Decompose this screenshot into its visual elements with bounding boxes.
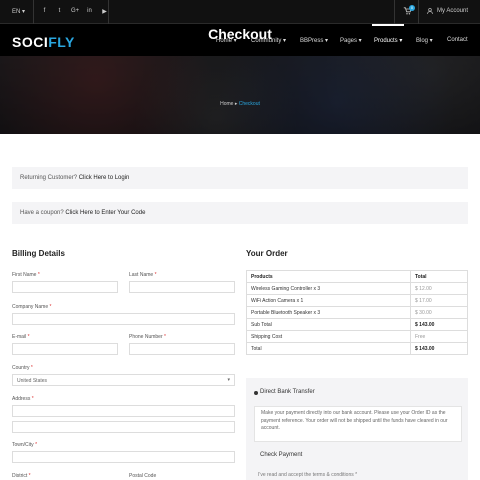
login-link[interactable]: Click Here to Login xyxy=(79,175,130,181)
bank-transfer-radio[interactable] xyxy=(254,391,258,395)
table-row: Portable Bluetooth Speaker x 3 $ 30.00 xyxy=(246,306,468,319)
address-line-2-field[interactable] xyxy=(12,421,235,433)
returning-customer-text: Returning Customer? xyxy=(20,175,78,181)
billing-details-title: Billing Details xyxy=(12,249,65,258)
label-text: District xyxy=(12,473,28,479)
product-total: $ 30.00 xyxy=(410,306,468,319)
your-order-title: Your Order xyxy=(246,249,288,258)
divider xyxy=(33,0,34,24)
product-name: Wireless Gaming Controller x 3 xyxy=(246,282,411,295)
required-mark: * xyxy=(37,272,40,278)
subtotal-label: Sub Total xyxy=(246,318,411,331)
label-text: Last Name xyxy=(129,272,154,278)
total-label: Total xyxy=(246,342,411,355)
coupon-notice: Have a coupon? Click Here to Enter Your … xyxy=(12,202,468,224)
breadcrumb: Home ▸ Checkout xyxy=(0,101,480,107)
chevron-down-icon: ▾ xyxy=(227,377,230,383)
first-name-field[interactable] xyxy=(12,281,118,293)
returning-customer-notice: Returning Customer? Click Here to Login xyxy=(12,167,468,189)
subtotal-row: Sub Total $ 143.00 xyxy=(246,318,468,331)
page-hero-banner xyxy=(0,56,480,134)
language-selector[interactable]: EN ▾ xyxy=(12,8,25,15)
product-total: $ 12.00 xyxy=(410,282,468,295)
last-name-label: Last Name * xyxy=(129,272,157,278)
divider xyxy=(394,0,395,24)
breadcrumb-separator-icon: ▸ xyxy=(234,101,238,107)
table-row: WiFi Action Camera x 1 $ 17.00 xyxy=(246,294,468,307)
required-mark: * xyxy=(28,473,31,479)
label-text: Country xyxy=(12,365,30,371)
company-name-field[interactable] xyxy=(12,313,235,325)
google-plus-icon[interactable]: G+ xyxy=(71,8,79,15)
divider xyxy=(418,0,419,24)
label-text: First Name xyxy=(12,272,37,278)
country-value: United States xyxy=(17,378,48,384)
country-select[interactable]: United States ▾ xyxy=(12,374,235,386)
address-line-1-field[interactable] xyxy=(12,405,235,417)
phone-label: Phone Number * xyxy=(129,334,166,340)
breadcrumb-home[interactable]: Home xyxy=(220,101,233,107)
enter-coupon-link[interactable]: Click Here to Enter Your Code xyxy=(65,210,145,216)
required-mark: * xyxy=(154,272,157,278)
email-label: E-mail * xyxy=(12,334,30,340)
bank-transfer-label[interactable]: Direct Bank Transfer xyxy=(260,389,315,395)
town-city-field[interactable] xyxy=(12,451,235,463)
shipping-row: Shipping Cost Free xyxy=(246,330,468,343)
product-name: Portable Bluetooth Speaker x 3 xyxy=(246,306,411,319)
column-header-products: Products xyxy=(246,270,411,283)
shipping-value: Free xyxy=(410,330,468,343)
postal-code-label: Postal Code xyxy=(129,473,157,479)
label-text: Phone Number xyxy=(129,334,163,340)
facebook-icon[interactable]: f xyxy=(41,8,48,15)
product-name: WiFi Action Camera x 1 xyxy=(246,294,411,307)
required-mark: * xyxy=(27,334,30,340)
label-text: Company Name xyxy=(12,304,49,310)
youtube-icon[interactable]: ▶ xyxy=(101,8,108,15)
linkedin-icon[interactable]: in xyxy=(86,8,93,15)
address-label: Address * xyxy=(12,396,34,402)
bank-transfer-description: Make your payment directly into our bank… xyxy=(254,406,462,442)
country-label: Country * xyxy=(12,365,33,371)
required-mark: * xyxy=(164,334,166,340)
required-mark: * xyxy=(30,365,33,371)
town-city-label: Town/City * xyxy=(12,442,37,448)
total-value: $ 143.00 xyxy=(410,342,468,355)
phone-field[interactable] xyxy=(129,343,235,355)
my-account-link[interactable]: My Account xyxy=(427,8,468,16)
label-text: Town/City xyxy=(12,442,34,448)
total-row: Total $ 143.00 xyxy=(246,342,468,355)
user-icon xyxy=(427,8,433,16)
subtotal-value: $ 143.00 xyxy=(410,318,468,331)
table-row: Wireless Gaming Controller x 3 $ 12.00 xyxy=(246,282,468,295)
email-field[interactable] xyxy=(12,343,118,355)
cart-count-badge: 0 xyxy=(409,5,415,11)
label-text: Address xyxy=(12,396,31,402)
first-name-label: First Name * xyxy=(12,272,40,278)
breadcrumb-current: Checkout xyxy=(238,101,260,107)
order-table: Products Total Wireless Gaming Controlle… xyxy=(246,270,468,355)
product-total: $ 17.00 xyxy=(410,294,468,307)
required-mark: * xyxy=(31,396,34,402)
required-mark: * xyxy=(35,442,38,448)
shipping-label: Shipping Cost xyxy=(246,330,411,343)
check-payment-label[interactable]: Check Payment xyxy=(260,452,302,458)
district-label: District * xyxy=(12,473,31,479)
coupon-text: Have a coupon? xyxy=(20,210,64,216)
table-header-row: Products Total xyxy=(246,270,468,283)
column-header-total: Total xyxy=(410,270,468,283)
divider xyxy=(108,0,109,24)
label-text: E-mail xyxy=(12,334,27,340)
last-name-field[interactable] xyxy=(129,281,235,293)
account-label: My Account xyxy=(437,8,469,14)
social-links: f t G+ in ▶ xyxy=(41,8,108,15)
company-name-label: Company Name * xyxy=(12,304,51,310)
top-bar: EN ▾ f t G+ in ▶ 0 My Account xyxy=(0,0,480,24)
twitter-icon[interactable]: t xyxy=(56,8,63,15)
required-mark: * xyxy=(49,304,52,310)
terms-checkbox-label[interactable]: I've read and accept the terms & conditi… xyxy=(258,472,357,478)
page-title: Checkout xyxy=(208,26,272,42)
